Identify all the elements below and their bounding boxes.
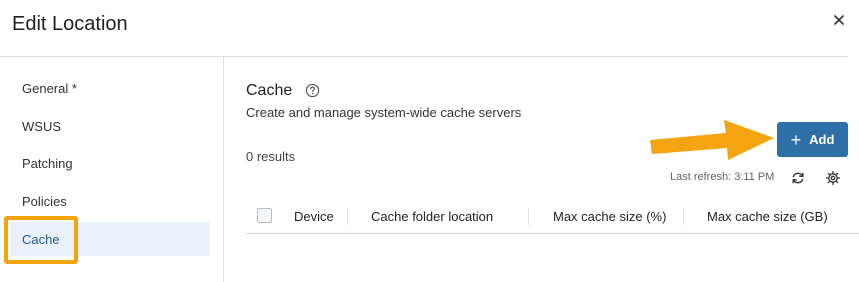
sidebar-item-label: WSUS: [22, 118, 61, 134]
sidebar-item-label: General *: [22, 80, 77, 96]
sidebar-item-general[interactable]: General *: [10, 71, 210, 105]
refresh-icon[interactable]: [790, 170, 806, 186]
gear-icon[interactable]: [825, 170, 841, 186]
dialog-title: Edit Location: [12, 13, 128, 35]
close-button[interactable]: [831, 12, 847, 28]
column-header-cache-folder-location[interactable]: Cache folder location: [371, 209, 493, 224]
close-icon: [834, 15, 844, 25]
sidebar-item-label: Patching: [22, 155, 73, 171]
add-button[interactable]: + Add: [777, 122, 848, 157]
help-icon[interactable]: [305, 83, 320, 98]
column-header-max-cache-size-percent[interactable]: Max cache size (%): [553, 209, 666, 224]
select-all-checkbox[interactable]: [257, 208, 272, 223]
section-title: Cache: [246, 82, 293, 99]
add-button-label: Add: [809, 132, 835, 147]
column-separator: [528, 208, 529, 225]
sidebar-item-label: Cache: [22, 231, 60, 247]
results-count: 0 results: [246, 149, 296, 164]
column-separator: [347, 208, 348, 225]
column-separator: [683, 208, 684, 225]
column-header-max-cache-size-gb[interactable]: Max cache size (GB): [707, 209, 828, 224]
last-refresh-text: Last refresh: 3:11 PM: [670, 171, 775, 183]
sidebar-item-policies[interactable]: Policies: [10, 184, 210, 218]
section-description: Create and manage system-wide cache serv…: [246, 105, 522, 120]
annotation-arrow: [650, 120, 774, 160]
column-header-device[interactable]: Device: [294, 209, 334, 224]
sidebar: General * WSUS Patching Policies Cache: [0, 57, 224, 282]
sidebar-item-patching[interactable]: Patching: [10, 146, 210, 180]
sidebar-item-cache[interactable]: Cache: [10, 222, 210, 256]
sidebar-item-label: Policies: [22, 193, 67, 209]
table-header: Device Cache folder location Max cache s…: [246, 199, 859, 234]
sidebar-item-wsus[interactable]: WSUS: [10, 109, 210, 143]
plus-icon: +: [790, 129, 802, 150]
